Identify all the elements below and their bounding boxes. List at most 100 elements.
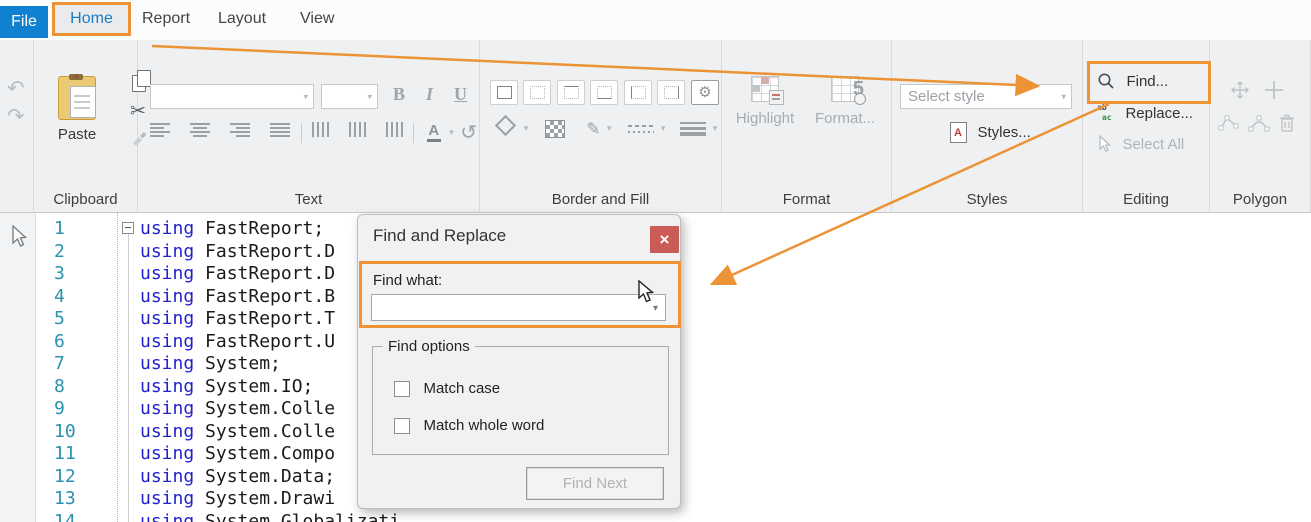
tab-layout[interactable]: Layout [218, 10, 266, 32]
line-number: 10 [54, 421, 76, 442]
format-button[interactable]: 5 Format... [810, 76, 880, 127]
align-right-icon[interactable] [230, 123, 250, 137]
border-settings-button[interactable]: ⚙ [691, 80, 719, 105]
group-label-border: Border and Fill [480, 191, 721, 208]
tab-home[interactable]: Home [52, 2, 131, 36]
tab-file[interactable]: File [0, 6, 48, 38]
font-color-bar [427, 139, 441, 142]
align-left-icon[interactable] [150, 123, 170, 137]
match-case-checkbox[interactable] [394, 381, 410, 397]
code-line: 14using System.Globalizati [36, 511, 1311, 522]
border-left-button[interactable] [624, 80, 652, 105]
italic-button[interactable]: I [426, 84, 433, 105]
select-all-label: Select All [1122, 136, 1184, 153]
tool-strip [0, 213, 36, 522]
fastreport-designer-window: File Home Report Layout View ↶ ↷ Paste ✂ [0, 0, 1311, 522]
line-width-icon[interactable] [680, 122, 706, 136]
font-color-button[interactable]: A [425, 124, 443, 142]
undo-icon[interactable]: ↶ [7, 78, 25, 99]
valign-bottom-icon[interactable] [386, 122, 403, 137]
border-bottom-button[interactable] [590, 80, 618, 105]
chevron-down-icon[interactable]: ▾ [661, 123, 666, 133]
match-case-label: Match case [423, 380, 500, 397]
find-next-button[interactable]: Find Next [526, 467, 664, 500]
find-what-input[interactable]: ▾ [371, 294, 666, 321]
find-button[interactable]: Find... [1097, 72, 1168, 94]
fill-pattern-icon[interactable] [545, 120, 565, 138]
paste-button[interactable]: Paste [46, 76, 108, 154]
chevron-down-icon[interactable]: ▾ [653, 303, 658, 314]
styles-button[interactable]: A Styles... [950, 122, 1031, 144]
select-tool-icon[interactable] [9, 225, 27, 249]
border-top-button[interactable] [557, 80, 585, 105]
line-number: 11 [54, 443, 76, 464]
match-case-option[interactable]: Match case [394, 380, 500, 398]
add-point-icon[interactable] [1262, 78, 1286, 102]
chevron-down-icon[interactable]: ▾ [713, 123, 718, 133]
fill-color-icon[interactable] [495, 115, 516, 136]
border-all-button[interactable] [490, 80, 518, 105]
line-style-icon[interactable] [628, 123, 654, 135]
valign-top-icon[interactable] [312, 122, 329, 137]
chevron-down-icon[interactable]: ▾ [449, 127, 454, 137]
curve-icon[interactable] [1248, 114, 1270, 132]
line-number: 2 [54, 241, 65, 262]
align-justify-icon[interactable] [270, 123, 290, 137]
line-number: 3 [54, 263, 65, 284]
chevron-down-icon: ▾ [303, 91, 308, 102]
group-undo-redo: ↶ ↷ [0, 40, 34, 212]
font-name-combo[interactable]: ▾ [150, 84, 314, 109]
search-icon [1097, 72, 1115, 90]
chevron-down-icon[interactable]: ▾ [524, 123, 529, 133]
trash-icon[interactable] [1278, 113, 1296, 133]
styles-icon: A [950, 122, 967, 143]
line-number: 8 [54, 376, 65, 397]
group-clipboard: Paste ✂ Clipboard [34, 40, 138, 212]
styles-label: Styles... [977, 124, 1030, 141]
valign-middle-icon[interactable] [349, 122, 366, 137]
format-icon: 5 [831, 76, 859, 102]
select-style-placeholder: Select style [908, 88, 985, 105]
find-label: Find... [1126, 73, 1168, 90]
chevron-down-icon: ▾ [1061, 91, 1066, 102]
find-replace-dialog: Find and Replace × Find what: ▾ Find opt… [357, 214, 681, 509]
group-editing: Find... ab ac Replace... Select All Edit… [1083, 40, 1210, 212]
underline-button[interactable]: U [454, 84, 467, 105]
font-size-combo[interactable]: ▾ [321, 84, 378, 109]
select-style-combo[interactable]: Select style ▾ [900, 84, 1072, 109]
line-number: 14 [54, 511, 76, 522]
move-point-icon[interactable] [1228, 78, 1252, 102]
redo-icon[interactable]: ↷ [7, 106, 25, 127]
group-label-text: Text [138, 191, 479, 208]
line-number: 12 [54, 466, 76, 487]
replace-label: Replace... [1125, 105, 1193, 122]
border-right-button[interactable] [657, 80, 685, 105]
bold-button[interactable]: B [393, 84, 405, 105]
replace-button[interactable]: ab ac Replace... [1097, 104, 1193, 126]
group-text: ▾ ▾ B I U [138, 40, 480, 212]
tab-report[interactable]: Report [142, 10, 190, 32]
paste-icon [58, 76, 96, 120]
replace-icon: ab ac [1097, 104, 1114, 122]
bezier-icon[interactable] [1218, 114, 1240, 132]
line-color-icon[interactable]: ✎ [586, 119, 600, 138]
align-center-icon[interactable] [190, 123, 210, 137]
line-number: 13 [54, 488, 76, 509]
border-none-button[interactable] [523, 80, 551, 105]
replace-icon-bottom: ac [1102, 114, 1112, 122]
highlight-label: Highlight [730, 110, 800, 127]
highlight-icon [751, 76, 779, 102]
cursor-arrow-icon [1097, 135, 1111, 153]
group-label-format: Format [722, 191, 891, 208]
match-whole-word-option[interactable]: Match whole word [394, 417, 544, 435]
close-button[interactable]: × [650, 226, 679, 253]
ribbon-tab-bar: File Home Report Layout View [0, 0, 1311, 40]
select-all-button[interactable]: Select All [1097, 135, 1184, 157]
group-styles: Select style ▾ A Styles... Styles [892, 40, 1083, 212]
highlight-button[interactable]: Highlight [730, 76, 800, 127]
tab-view[interactable]: View [300, 10, 334, 32]
chevron-down-icon[interactable]: ▾ [607, 123, 612, 133]
match-whole-word-checkbox[interactable] [394, 418, 410, 434]
rotate-text-icon[interactable]: ↺ [460, 122, 477, 144]
close-icon: × [660, 230, 670, 250]
